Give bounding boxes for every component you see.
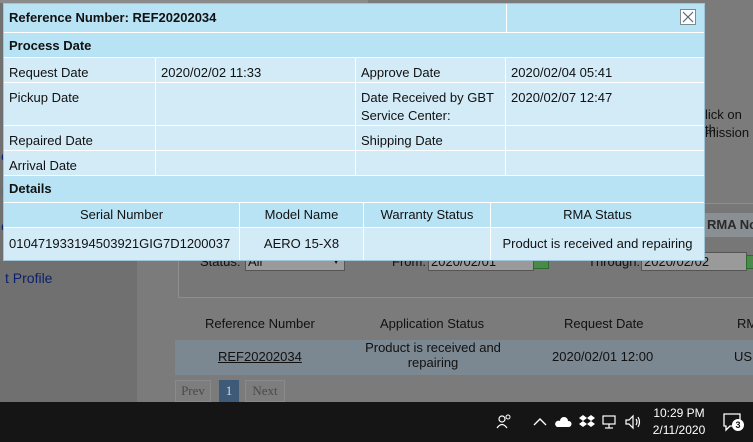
process-date-section: Process Date [4,32,704,58]
close-button[interactable] [680,9,696,25]
column-header: Warranty Status [364,203,491,227]
action-center-icon[interactable]: 3 [722,412,744,432]
rma-no-label: RMA No. [704,213,753,237]
request-date: 2020/02/01 12:00 [552,349,654,364]
field-label: Repaired Date [9,133,93,148]
process-row: Request Date 2020/02/02 11:33 Approve Da… [4,57,704,82]
chevron-up-icon[interactable] [530,412,550,432]
model-name: AERO 15-X8 [240,228,364,260]
people-icon[interactable] [494,412,514,432]
cell [156,83,356,125]
dropbox-icon[interactable] [577,412,597,432]
page-1-button[interactable]: 1 [219,380,239,402]
rma-number-partial: US [734,349,753,364]
onedrive-cloud-icon[interactable] [553,412,573,432]
column-header: Reference Number [205,316,315,331]
cell: 2020/02/02 11:33 [156,58,356,82]
notification-count-badge: 3 [732,419,744,431]
clock-date: 2/11/2020 [652,423,706,437]
taskbar: 10:29 PM 2/11/2020 3 [0,402,753,442]
dialog-header: Reference Number: REF20202034 [4,4,704,32]
cell: Request Date [4,58,156,82]
warranty-status [364,228,491,260]
prev-button[interactable]: Prev [175,380,211,402]
application-status-line: Product is received and [365,340,501,355]
field-label: Request Date [9,65,89,80]
cell [506,151,704,175]
cell [356,151,506,175]
column-header: Request Date [564,316,644,331]
column-header: Serial Number [4,203,240,227]
field-label: Pickup Date [9,90,80,105]
process-row: Repaired Date Shipping Date [4,125,704,150]
column-header: Application Status [380,316,485,331]
serial-number: 010471933194503921GIG7D1200037 [4,228,240,260]
reference-detail-dialog: Reference Number: REF20202034 Process Da… [3,3,705,261]
rma-status: Product is received and repairing [502,236,693,251]
column-header: Model Name [240,203,364,227]
field-label: Shipping Date [361,133,443,148]
process-row: Pickup Date Date Received by GBT Service… [4,82,704,125]
application-status-line: repairing [407,355,459,370]
help-text: mission [705,125,750,140]
cell: Arrival Date [4,151,156,175]
cell: Repaired Date [4,126,156,150]
cell: Approve Date [356,58,506,82]
field-label: Approve Date [361,65,441,80]
calendar-icon[interactable] [746,255,753,269]
volume-icon[interactable] [623,412,643,432]
dialog-title: Reference Number: REF20202034 [9,10,217,25]
section-title: Details [9,181,52,196]
network-icon[interactable] [600,412,620,432]
close-icon [682,11,694,23]
details-table-row: 010471933194503921GIG7D1200037 AERO 15-X… [4,227,704,260]
cell [156,126,356,150]
column-header: RM [737,316,753,331]
cell [506,126,704,150]
field-label: Arrival Date [9,158,77,173]
process-row: Arrival Date [4,150,704,175]
field-value: 2020/02/02 11:33 [161,65,262,80]
field-label: Date Received by GBT Service Center: [361,90,494,123]
section-title: Process Date [9,38,92,53]
details-table-header: Serial Number Model Name Warranty Status… [4,202,704,227]
table-row: REF20202034 Product is received and repa… [175,340,753,375]
field-value: 2020/02/07 12:47 [511,90,613,105]
reference-link[interactable]: REF20202034 [218,349,302,364]
cell: Date Received by GBT Service Center: [356,83,506,125]
profile-link[interactable]: t Profile [5,270,52,286]
clock-time: 10:29 PM [653,406,705,420]
cell: Pickup Date [4,83,156,125]
cell [156,151,356,175]
cell: 2020/02/04 05:41 [506,58,704,82]
cell: Shipping Date [356,126,506,150]
cell: 2020/02/07 12:47 [506,83,704,125]
column-header: RMA Status [563,207,632,222]
clock[interactable]: 10:29 PM 2/11/2020 [648,405,710,439]
field-value: 2020/02/04 05:41 [511,65,613,80]
application-status: Product is received and repairing [363,340,503,370]
results-table-header: Reference Number Application Status Requ… [175,316,753,336]
next-button[interactable]: Next [245,380,285,402]
details-section: Details [4,175,704,202]
divider [506,4,507,32]
